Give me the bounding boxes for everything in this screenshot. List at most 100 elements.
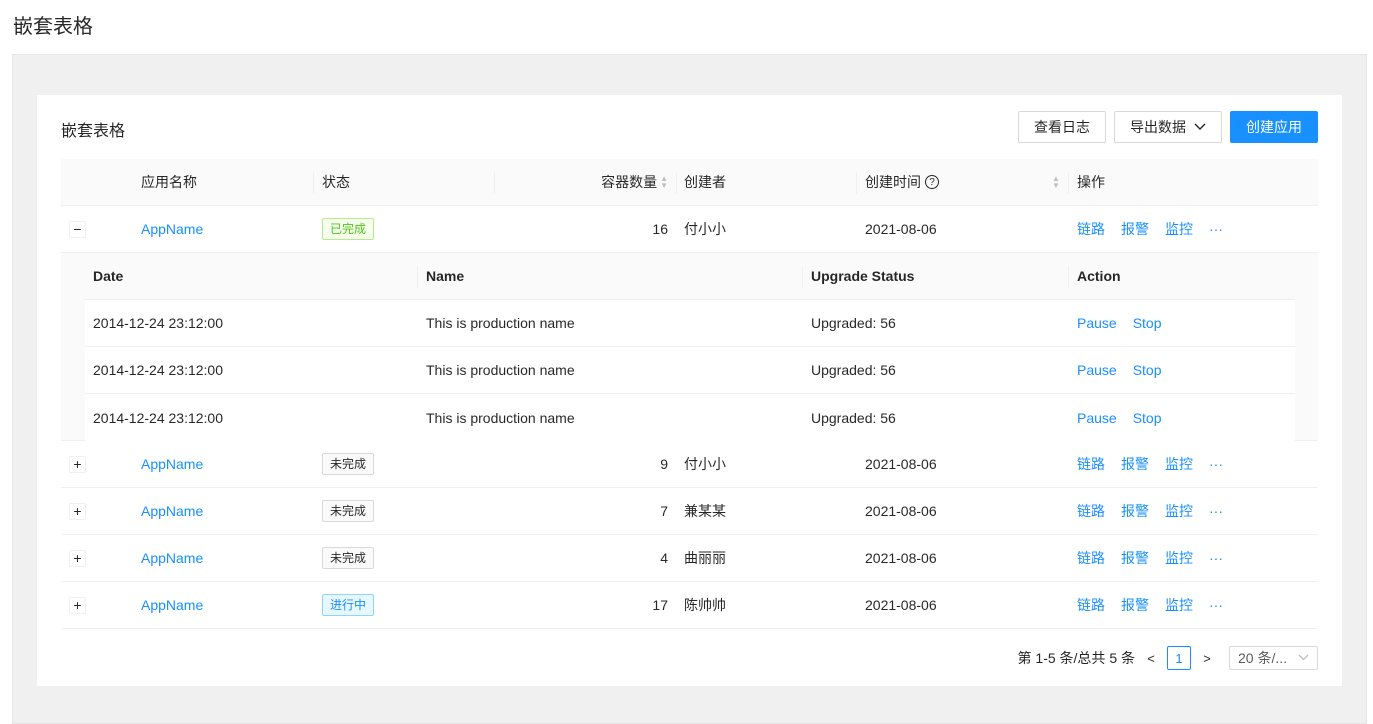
page-number[interactable]: 1 [1167, 646, 1191, 670]
stop-link[interactable]: Stop [1133, 315, 1162, 331]
plus-icon[interactable]: + [69, 455, 86, 473]
pagination-summary: 第 1-5 条/总共 5 条 [1017, 650, 1135, 666]
nested-upgrade: Upgraded: 56 [811, 409, 896, 426]
monitor-link[interactable]: 监控 [1165, 219, 1193, 239]
monitor-link[interactable]: 监控 [1165, 548, 1193, 568]
chevron-right-icon[interactable]: > [1199, 651, 1215, 666]
export-data-dropdown[interactable]: 导出数据 [1114, 111, 1222, 143]
monitor-link[interactable]: 监控 [1165, 501, 1193, 521]
table-row: + AppName 未完成 9 付小小 2021-08-06 链路 报警 监控 … [61, 441, 1318, 488]
create-app-button[interactable]: 创建应用 [1230, 111, 1318, 143]
more-icon[interactable]: ··· [1209, 597, 1223, 613]
pause-link[interactable]: Pause [1077, 362, 1117, 378]
status-badge: 未完成 [322, 547, 375, 569]
nested-date: 2014-12-24 23:12:00 [93, 409, 223, 426]
alert-link[interactable]: 报警 [1121, 454, 1149, 474]
trace-link[interactable]: 链路 [1077, 219, 1105, 239]
row-expand-toggle[interactable]: − [69, 206, 86, 252]
alert-link[interactable]: 报警 [1121, 548, 1149, 568]
app-name-link[interactable]: AppName [141, 582, 203, 628]
row-expand-toggle[interactable]: + [69, 441, 86, 487]
stop-link[interactable]: Stop [1133, 410, 1162, 426]
toolbar: 查看日志 导出数据 创建应用 [1018, 111, 1318, 143]
nested-col-action: Action [1077, 268, 1121, 284]
col-header-created-at-label: 创建时间 [865, 174, 921, 190]
status-cell: 进行中 [322, 582, 375, 628]
trace-link[interactable]: 链路 [1077, 548, 1105, 568]
row-actions: 链路 报警 监控 ··· [1077, 488, 1223, 534]
column-divider [856, 172, 857, 194]
status-badge: 未完成 [322, 453, 375, 475]
chevron-left-icon[interactable]: < [1143, 651, 1159, 666]
table-header: 应用名称 状态 容器数量 ▲ ▼ 创建者 创建时间 ? ▲ ▼ 操作 [61, 159, 1318, 206]
plus-icon[interactable]: + [69, 596, 86, 614]
status-badge: 进行中 [322, 594, 375, 616]
row-expand-toggle[interactable]: + [69, 535, 86, 581]
pagination: 第 1-5 条/总共 5 条 < 1 > 20 条/... [1018, 646, 1318, 670]
status-badge: 未完成 [322, 500, 375, 522]
card-title: 嵌套表格 [61, 123, 126, 140]
row-expand-toggle[interactable]: + [69, 582, 86, 628]
trace-link[interactable]: 链路 [1077, 501, 1105, 521]
col-header-created-at[interactable]: 创建时间 ? [865, 159, 939, 205]
created-at-cell: 2021-08-06 [865, 597, 937, 613]
pause-link[interactable]: Pause [1077, 410, 1117, 426]
nested-date: 2014-12-24 23:12:00 [93, 362, 223, 378]
pause-link[interactable]: Pause [1077, 315, 1117, 331]
chevron-down-icon [1298, 652, 1309, 664]
app-name-link[interactable]: AppName [141, 441, 203, 487]
plus-icon[interactable]: + [69, 502, 86, 520]
status-badge: 已完成 [322, 218, 375, 240]
nested-table-row: 2014-12-24 23:12:00 This is production n… [85, 300, 1295, 347]
more-icon[interactable]: ··· [1209, 550, 1223, 566]
monitor-link[interactable]: 监控 [1165, 454, 1193, 474]
stop-link[interactable]: Stop [1133, 362, 1162, 378]
nested-table-row: 2014-12-24 23:12:00 This is production n… [85, 394, 1295, 441]
creator-cell: 陈帅帅 [684, 597, 726, 613]
alert-link[interactable]: 报警 [1121, 595, 1149, 615]
app-name-link[interactable]: AppName [141, 488, 203, 534]
creator-cell: 付小小 [684, 221, 726, 237]
sort-icon[interactable]: ▲ ▼ [660, 175, 668, 190]
containers-cell: 4 [660, 550, 668, 566]
col-header-actions: 操作 [1077, 174, 1105, 190]
expanded-row-content: Date Name Upgrade Status Action 2014-12-… [61, 253, 1318, 441]
minus-icon[interactable]: − [69, 220, 86, 238]
nested-name: This is production name [426, 409, 575, 426]
monitor-link[interactable]: 监控 [1165, 595, 1193, 615]
table-row: + AppName 未完成 7 兼某某 2021-08-06 链路 报警 监控 … [61, 488, 1318, 535]
created-at-sort[interactable]: ▲ ▼ [1049, 159, 1060, 205]
app-name-link[interactable]: AppName [141, 206, 203, 252]
col-header-containers-label: 容器数量 [601, 174, 658, 190]
plus-icon[interactable]: + [69, 549, 86, 567]
col-header-name: 应用名称 [141, 174, 197, 190]
status-cell: 未完成 [322, 488, 375, 534]
column-divider [417, 266, 418, 288]
alert-link[interactable]: 报警 [1121, 219, 1149, 239]
nested-col-upgrade: Upgrade Status [811, 268, 915, 284]
alert-link[interactable]: 报警 [1121, 501, 1149, 521]
table-row: + AppName 未完成 4 曲丽丽 2021-08-06 链路 报警 监控 … [61, 535, 1318, 582]
question-circle-icon[interactable]: ? [925, 175, 939, 189]
row-expand-toggle[interactable]: + [69, 488, 86, 534]
more-icon[interactable]: ··· [1209, 221, 1223, 237]
col-header-containers[interactable]: 容器数量 ▲ ▼ [601, 159, 668, 205]
nested-col-date: Date [93, 268, 124, 284]
sort-icon[interactable]: ▲ ▼ [1052, 175, 1060, 190]
page-size-select[interactable]: 20 条/... [1229, 646, 1318, 670]
table-card: 嵌套表格 查看日志 导出数据 创建应用 应用名称 状态 容器数量 ▲ ▼ 创建者 … [37, 95, 1342, 686]
view-logs-button[interactable]: 查看日志 [1018, 111, 1106, 143]
nested-date: 2014-12-24 23:12:00 [93, 315, 223, 331]
nested-actions: Pause Stop [1077, 300, 1162, 346]
more-icon[interactable]: ··· [1209, 456, 1223, 472]
export-data-label: 导出数据 [1130, 119, 1186, 135]
more-icon[interactable]: ··· [1209, 503, 1223, 519]
trace-link[interactable]: 链路 [1077, 595, 1105, 615]
nested-name: This is production name [426, 362, 575, 378]
col-header-creator: 创建者 [684, 174, 726, 190]
column-divider [313, 172, 314, 194]
table-row: + AppName 进行中 17 陈帅帅 2021-08-06 链路 报警 监控… [61, 582, 1318, 629]
app-name-link[interactable]: AppName [141, 535, 203, 581]
column-divider [676, 172, 677, 194]
trace-link[interactable]: 链路 [1077, 454, 1105, 474]
